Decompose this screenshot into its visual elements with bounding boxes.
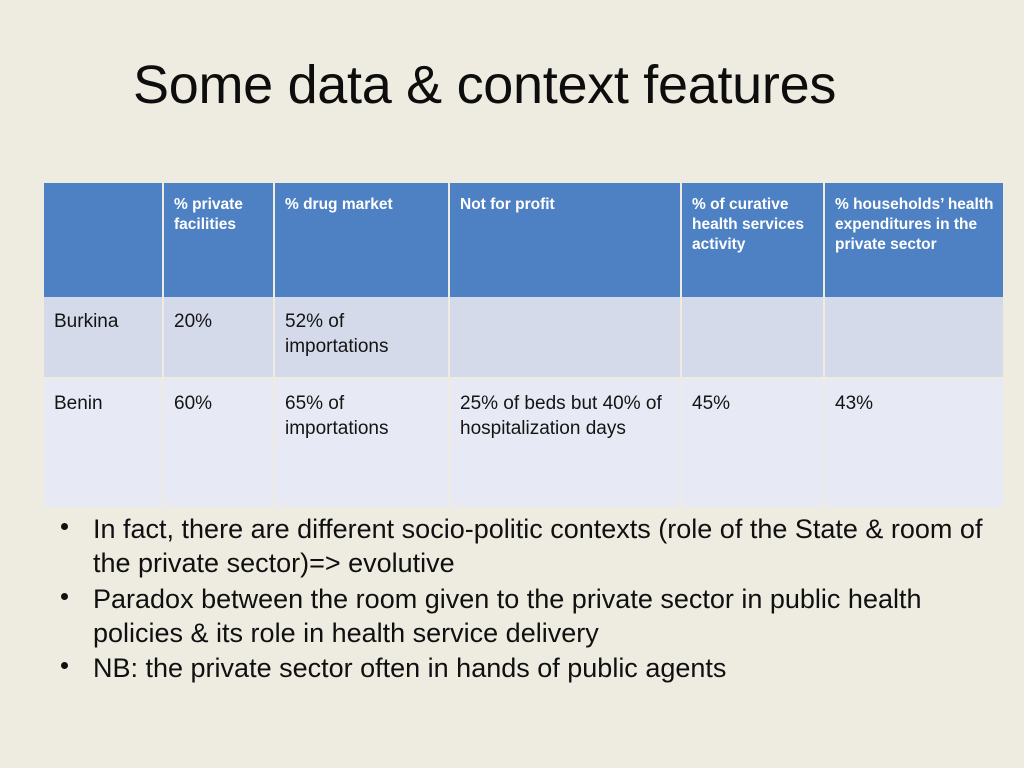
table-body: Burkina 20% 52% of importations Benin 60… <box>44 297 1003 507</box>
column-header-household-expenditures-label: % households’ health expenditures in the… <box>835 196 994 253</box>
data-table: % private facilities % drug market Not f… <box>44 183 1003 507</box>
column-header-blank <box>44 183 164 297</box>
column-header-household-expenditures: % households’ health expenditures in the… <box>825 183 1003 297</box>
cell-curative-activity: 45% <box>682 379 825 507</box>
column-header-curative-activity: % of curative health services activity <box>682 183 825 297</box>
cell-country-value: Benin <box>54 393 103 414</box>
cell-private-facilities: 60% <box>164 379 275 507</box>
cell-private-facilities: 20% <box>164 297 275 379</box>
cell-curative-activity <box>682 297 825 379</box>
cell-drug-market-value: 52% of importations <box>285 311 389 358</box>
bullet-list: In fact, there are different socio-polit… <box>48 512 988 686</box>
cell-country: Burkina <box>44 297 164 379</box>
table-header-row: % private facilities % drug market Not f… <box>44 183 1003 297</box>
column-header-curative-activity-label: % of curative health services activity <box>692 196 805 253</box>
list-item-text: NB: the private sector often in hands of… <box>93 653 727 684</box>
cell-country-value: Burkina <box>54 311 119 332</box>
slide: Some data & context features % private f… <box>0 0 1024 768</box>
cell-drug-market: 52% of importations <box>275 297 450 379</box>
cell-household-expenditures-value: 43% <box>835 393 874 414</box>
bullet-dot-icon <box>61 662 68 670</box>
cell-private-facilities-value: 20% <box>174 311 213 332</box>
table-row: Burkina 20% 52% of importations <box>44 297 1003 379</box>
cell-household-expenditures: 43% <box>825 379 1003 507</box>
list-item-text: In fact, there are different socio-polit… <box>93 514 983 579</box>
cell-not-for-profit-value: 25% of beds but 40% of hospitalization d… <box>460 393 662 440</box>
table-header: % private facilities % drug market Not f… <box>44 183 1003 297</box>
cell-private-facilities-value: 60% <box>174 393 213 414</box>
cell-country: Benin <box>44 379 164 507</box>
column-header-private-facilities: % private facilities <box>164 183 275 297</box>
cell-curative-activity-value: 45% <box>692 393 731 414</box>
cell-not-for-profit: 25% of beds but 40% of hospitalization d… <box>450 379 682 507</box>
column-header-drug-market-label: % drug market <box>285 196 393 213</box>
list-item: In fact, there are different socio-polit… <box>48 512 988 581</box>
cell-not-for-profit <box>450 297 682 379</box>
column-header-private-facilities-label: % private facilities <box>174 196 243 233</box>
column-header-not-for-profit-label: Not for profit <box>460 196 555 213</box>
cell-drug-market-value: 65% of importations <box>285 393 389 440</box>
list-item: NB: the private sector often in hands of… <box>48 651 988 685</box>
table-row: Benin 60% 65% of importations 25% of bed… <box>44 379 1003 507</box>
list-item-text: Paradox between the room given to the pr… <box>93 583 922 648</box>
cell-drug-market: 65% of importations <box>275 379 450 507</box>
column-header-drug-market: % drug market <box>275 183 450 297</box>
bullet-dot-icon <box>61 592 68 600</box>
list-item: Paradox between the room given to the pr… <box>48 582 988 651</box>
column-header-not-for-profit: Not for profit <box>450 183 682 297</box>
bullet-dot-icon <box>61 523 68 531</box>
cell-household-expenditures <box>825 297 1003 379</box>
page-title: Some data & context features <box>133 55 837 115</box>
